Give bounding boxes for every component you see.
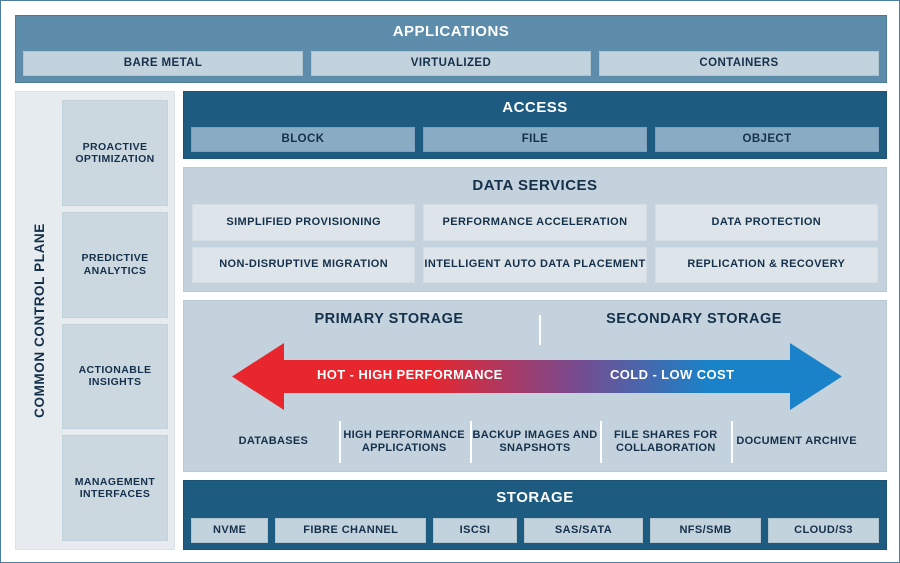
use-case-row: DATABASES HIGH PERFORMANCE APPLICATIONS … [208, 419, 862, 465]
data-services-title: DATA SERVICES [472, 177, 598, 194]
access-tile-block[interactable]: BLOCK [191, 127, 415, 152]
storage-tile-iscsi[interactable]: ISCSI [433, 518, 517, 543]
ccp-tile-predictive-analytics[interactable]: PREDICTIVE ANALYTICS [62, 211, 168, 318]
data-services-section: DATA SERVICES SIMPLIFIED PROVISIONING PE… [183, 167, 887, 292]
applications-section: APPLICATIONS BARE METAL VIRTUALIZED CONT… [15, 15, 887, 83]
storage-tile-row: NVME FIBRE CHANNEL ISCSI SAS/SATA NFS/SM… [191, 518, 879, 543]
use-case-high-performance-applications: HIGH PERFORMANCE APPLICATIONS [338, 419, 470, 465]
arrow-label-cold: COLD - LOW COST [610, 367, 735, 382]
storage-tile-nfs-smb[interactable]: NFS/SMB [650, 518, 762, 543]
access-tile-row: BLOCK FILE OBJECT [191, 127, 879, 152]
ds-tile-intelligent-auto-data-placement[interactable]: INTELLIGENT AUTO DATA PLACEMENT [423, 246, 647, 283]
applications-title: APPLICATIONS [392, 23, 510, 40]
ds-tile-performance-acceleration[interactable]: PERFORMANCE ACCELERATION [423, 204, 647, 241]
ccp-tile-management-interfaces[interactable]: MANAGEMENT INTERFACES [62, 435, 168, 541]
storage-title: STORAGE [496, 489, 574, 506]
storage-tile-nvme[interactable]: NVME [191, 518, 269, 543]
arrow-label-hot: HOT - HIGH PERFORMANCE [317, 367, 503, 382]
use-case-databases: DATABASES [238, 435, 309, 448]
ccp-tile-actionable-insights[interactable]: ACTIONABLE INSIGHTS [62, 323, 168, 430]
common-control-plane-title: COMMON CONTROL PLANE [31, 223, 47, 418]
storage-tile-fibre-channel[interactable]: FIBRE CHANNEL [275, 518, 427, 543]
storage-tile-cloud-s3[interactable]: CLOUD/S3 [768, 518, 879, 543]
use-case-document-archive: DOCUMENT ARCHIVE [731, 419, 862, 465]
access-tile-file[interactable]: FILE [423, 127, 647, 152]
data-services-grid: SIMPLIFIED PROVISIONING PERFORMANCE ACCE… [192, 204, 878, 283]
applications-tile-virtualized[interactable]: VIRTUALIZED [311, 51, 591, 76]
storage-tile-sas-sata[interactable]: SAS/SATA [523, 518, 644, 543]
storage-tiering-section: PRIMARY STORAGE SECONDARY STORAGE HOT - … [183, 300, 887, 472]
secondary-storage-heading: SECONDARY STORAGE [606, 311, 782, 327]
applications-tile-bare-metal[interactable]: BARE METAL [23, 51, 303, 76]
access-section: ACCESS BLOCK FILE OBJECT [183, 91, 887, 159]
use-case-file-shares-for-collaboration: FILE SHARES FOR COLLABORATION [600, 419, 731, 465]
ds-tile-simplified-provisioning[interactable]: SIMPLIFIED PROVISIONING [192, 204, 416, 241]
common-control-plane-section: COMMON CONTROL PLANE PROACTIVE OPTIMIZAT… [15, 91, 175, 550]
ccp-tile-proactive-optimization[interactable]: PROACTIVE OPTIMIZATION [62, 100, 168, 206]
access-title: ACCESS [502, 99, 568, 116]
use-case-backup-images-and-snapshots: BACKUP IMAGES AND SNAPSHOTS [469, 419, 601, 465]
ds-tile-data-protection[interactable]: DATA PROTECTION [654, 204, 878, 241]
applications-tile-containers[interactable]: CONTAINERS [599, 51, 879, 76]
ds-tile-replication-recovery[interactable]: REPLICATION & RECOVERY [654, 246, 878, 283]
hot-cold-arrow: HOT - HIGH PERFORMANCE COLD - LOW COST [232, 339, 842, 414]
storage-section: STORAGE NVME FIBRE CHANNEL ISCSI SAS/SAT… [183, 480, 887, 550]
common-control-plane-tile-column: PROACTIVE OPTIMIZATION PREDICTIVE ANALYT… [62, 100, 168, 541]
data-services-row-1: SIMPLIFIED PROVISIONING PERFORMANCE ACCE… [192, 204, 878, 241]
applications-tile-row: BARE METAL VIRTUALIZED CONTAINERS [23, 51, 879, 76]
diagram-canvas: APPLICATIONS BARE METAL VIRTUALIZED CONT… [0, 0, 900, 563]
common-control-plane-label: COMMON CONTROL PLANE [16, 92, 62, 549]
tiering-headings: PRIMARY STORAGE SECONDARY STORAGE [184, 311, 886, 345]
ds-tile-non-disruptive-migration[interactable]: NON-DISRUPTIVE MIGRATION [192, 246, 416, 283]
access-tile-object[interactable]: OBJECT [655, 127, 879, 152]
primary-storage-heading: PRIMARY STORAGE [314, 311, 464, 327]
data-services-row-2: NON-DISRUPTIVE MIGRATION INTELLIGENT AUT… [192, 246, 878, 283]
